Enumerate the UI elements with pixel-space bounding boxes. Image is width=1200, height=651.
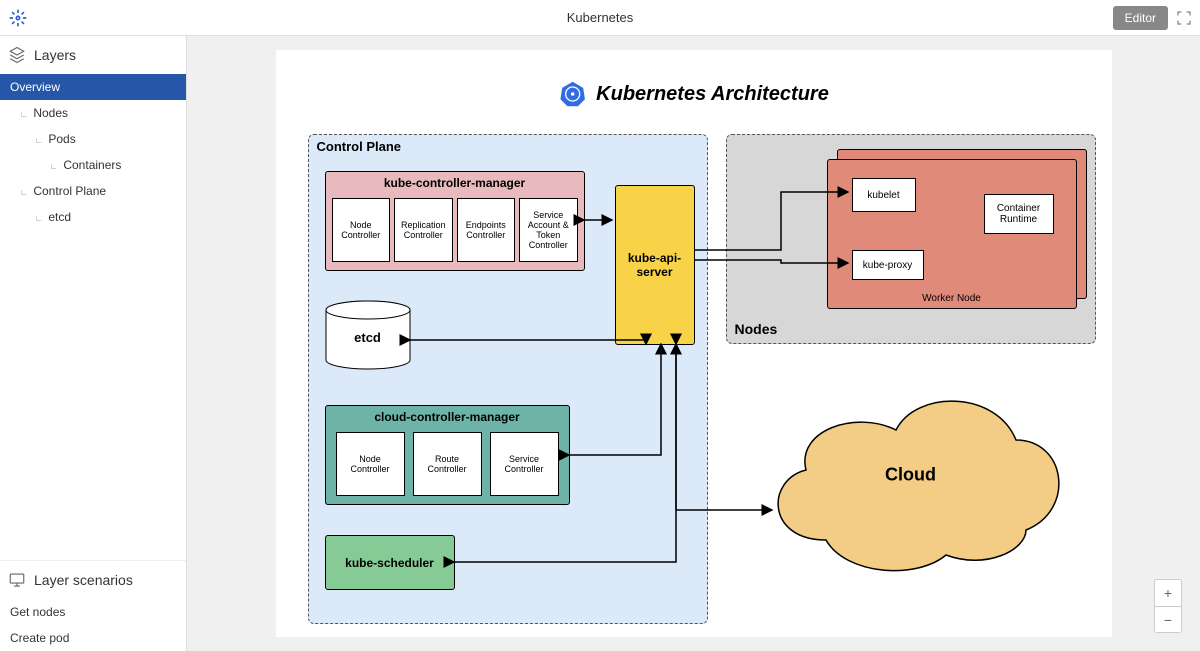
- control-plane-label: Control Plane: [317, 139, 402, 154]
- fullscreen-icon[interactable]: [1176, 10, 1192, 26]
- tree-item-nodes[interactable]: ∟ Nodes: [0, 100, 186, 126]
- layers-icon: [8, 46, 26, 64]
- service-account-token-controller-box: Service Account & Token Controller: [519, 198, 578, 262]
- etcd-box: etcd: [325, 300, 411, 372]
- diagram-canvas[interactable]: Kubernetes Architecture Control Plane ku…: [276, 50, 1112, 637]
- topbar: Kubernetes Editor: [0, 0, 1200, 36]
- tree-item-pods[interactable]: ∟ Pods: [0, 126, 186, 152]
- kubelet-box: kubelet: [852, 178, 916, 212]
- page-title: Kubernetes: [567, 10, 634, 25]
- container-runtime-box: Container Runtime: [984, 194, 1054, 234]
- zoom-in-button[interactable]: +: [1155, 580, 1181, 606]
- monitor-icon: [8, 571, 26, 589]
- ccm-node-controller-box: Node Controller: [336, 432, 405, 496]
- cloud-controller-manager-box: cloud-controller-manager Node Controller…: [325, 405, 570, 505]
- worker-node-box: Worker Node kubelet Container Runtime ku…: [827, 159, 1077, 309]
- cloud-box: Cloud: [746, 370, 1076, 580]
- kube-scheduler-box: kube-scheduler: [325, 535, 455, 590]
- tree-item-containers[interactable]: ∟ Containers: [0, 152, 186, 178]
- scenarios-header: Layer scenarios: [0, 561, 186, 599]
- kube-controller-manager-box: kube-controller-manager Node Controller …: [325, 171, 585, 271]
- ccm-route-controller-box: Route Controller: [413, 432, 482, 496]
- endpoints-controller-box: Endpoints Controller: [457, 198, 516, 262]
- zoom-out-button[interactable]: −: [1155, 606, 1181, 632]
- tree-item-etcd[interactable]: ∟ etcd: [0, 204, 186, 230]
- scenarios-section: Layer scenarios Get nodes Create pod: [0, 560, 186, 651]
- kube-proxy-box: kube-proxy: [852, 250, 924, 280]
- main-canvas-area: Kubernetes Architecture Control Plane ku…: [187, 36, 1200, 651]
- nodes-group: Nodes Worker Node kubelet Container Runt…: [726, 134, 1096, 344]
- editor-button[interactable]: Editor: [1113, 6, 1168, 30]
- scenario-get-nodes[interactable]: Get nodes: [0, 599, 186, 625]
- sidebar: Layers Overview ∟ Nodes ∟ Pods ∟ Contain…: [0, 36, 187, 651]
- zoom-controls: + −: [1154, 579, 1182, 633]
- tree-item-overview[interactable]: Overview: [0, 74, 186, 100]
- scenario-create-pod[interactable]: Create pod: [0, 625, 186, 651]
- node-controller-box: Node Controller: [332, 198, 391, 262]
- cloud-controller-manager-label: cloud-controller-manager: [326, 410, 569, 424]
- layers-header: Layers: [0, 36, 186, 74]
- diagram-title: Kubernetes Architecture: [558, 80, 829, 108]
- tree-item-control-plane[interactable]: ∟ Control Plane: [0, 178, 186, 204]
- ccm-service-controller-box: Service Controller: [490, 432, 559, 496]
- nodes-label: Nodes: [735, 321, 778, 337]
- control-plane-group: Control Plane kube-controller-manager No…: [308, 134, 708, 624]
- replication-controller-box: Replication Controller: [394, 198, 453, 262]
- layers-tree: Overview ∟ Nodes ∟ Pods ∟ Containers ∟ C…: [0, 74, 186, 230]
- kubernetes-logo-icon: [558, 80, 586, 108]
- kube-api-server-box: kube-api-server: [615, 185, 695, 345]
- app-logo: [8, 8, 28, 28]
- worker-node-label: Worker Node: [828, 293, 1076, 304]
- kube-controller-manager-label: kube-controller-manager: [326, 176, 584, 190]
